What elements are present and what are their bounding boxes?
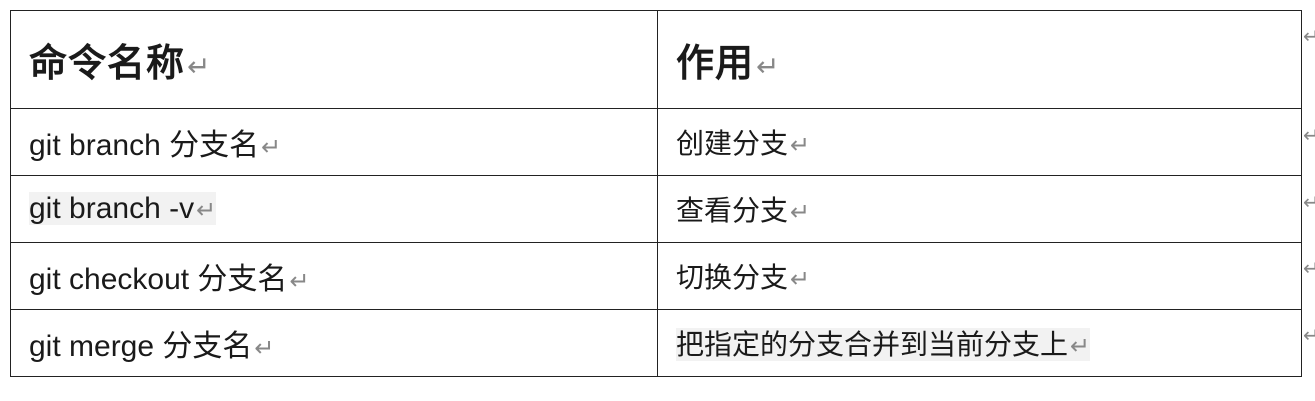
return-arrow-icon: ↵ <box>187 50 212 83</box>
effect-cell[interactable]: 查看分支↵ <box>657 175 1302 243</box>
command-text: git branch 分支名↵ <box>29 129 282 162</box>
table-row: git branch -v↵ 查看分支↵ <box>10 175 1302 243</box>
command-text: git checkout 分支名↵ <box>29 263 310 296</box>
return-arrow-icon: ↵ <box>1303 26 1315 46</box>
return-arrow-icon: ↵ <box>1303 192 1315 212</box>
return-arrow-icon: ↵ <box>1303 258 1315 278</box>
table-row: git merge 分支名↵ 把指定的分支合并到当前分支上↵ <box>10 309 1302 377</box>
effect-text: 查看分支↵ <box>676 194 811 227</box>
effect-cell[interactable]: 创建分支↵ <box>657 108 1302 176</box>
header-cell-effect[interactable]: 作用↵ <box>657 10 1302 109</box>
return-arrow-icon: ↵ <box>790 198 811 226</box>
command-cell[interactable]: git merge 分支名↵ <box>10 309 658 377</box>
return-arrow-icon: ↵ <box>254 334 275 362</box>
table-row: git branch 分支名↵ 创建分支↵ <box>10 108 1302 176</box>
return-arrow-icon: ↵ <box>1303 125 1315 145</box>
return-arrow-icon: ↵ <box>196 196 217 224</box>
table-header-row: 命令名称↵ 作用↵ <box>10 10 1302 109</box>
effect-text: 把指定的分支合并到当前分支上↵ <box>676 328 1091 361</box>
return-arrow-icon: ↵ <box>289 267 310 295</box>
command-cell[interactable]: git branch -v↵ <box>10 175 658 243</box>
return-arrow-icon: ↵ <box>790 265 811 293</box>
command-table: 命令名称↵ 作用↵ git branch 分支名↵ 创建分支↵ git bran… <box>10 10 1302 377</box>
command-text: git branch -v↵ <box>29 192 217 225</box>
command-text: git merge 分支名↵ <box>29 330 275 363</box>
return-arrow-icon: ↵ <box>261 133 282 161</box>
return-arrow-icon: ↵ <box>790 131 811 159</box>
table-row: git checkout 分支名↵ 切换分支↵ <box>10 242 1302 310</box>
header-label: 命令名称↵ <box>29 40 212 85</box>
return-arrow-icon: ↵ <box>1303 325 1315 345</box>
header-label: 作用↵ <box>676 40 781 85</box>
command-cell[interactable]: git checkout 分支名↵ <box>10 242 658 310</box>
return-arrow-icon: ↵ <box>1070 332 1091 360</box>
header-cell-command[interactable]: 命令名称↵ <box>10 10 658 109</box>
effect-cell[interactable]: 把指定的分支合并到当前分支上↵ <box>657 309 1302 377</box>
effect-text: 切换分支↵ <box>676 261 811 294</box>
command-cell[interactable]: git branch 分支名↵ <box>10 108 658 176</box>
effect-cell[interactable]: 切换分支↵ <box>657 242 1302 310</box>
return-arrow-icon: ↵ <box>756 50 781 83</box>
effect-text: 创建分支↵ <box>676 127 811 160</box>
